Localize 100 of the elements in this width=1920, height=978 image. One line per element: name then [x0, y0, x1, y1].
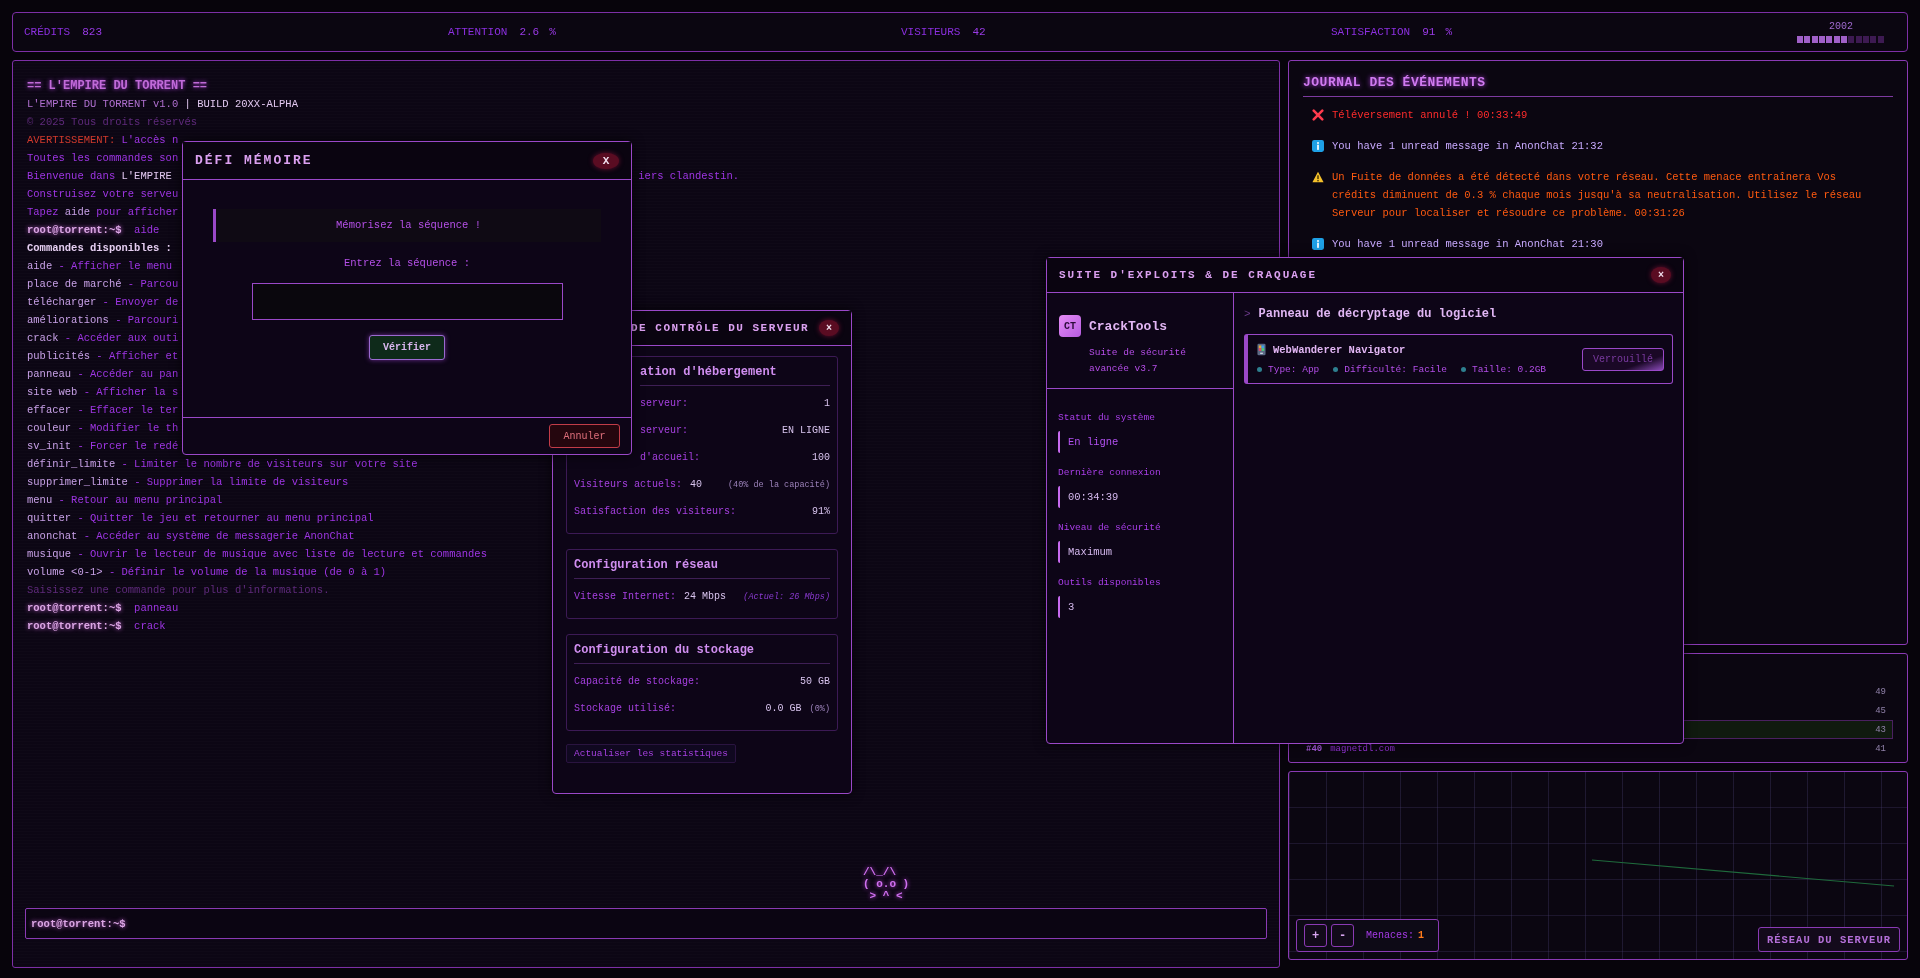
prompt-text: root@torrent:~$ — [31, 917, 126, 930]
terminal-text: | BUILD 20XX-ALPHA — [184, 98, 298, 110]
terminal-text: - Quitter le jeu et retourner au menu principal — [77, 512, 374, 524]
terminal-text: L'EMPIRE DU TORRENT v1.0 — [27, 98, 179, 110]
terminal-text: - Supprimer la limite de visiteurs — [134, 476, 349, 488]
event-message: You have 1 unread message in AnonChat 21:32 — [1332, 139, 1603, 154]
sequence-prompt: Entrez la séquence : — [344, 257, 470, 269]
stat-label: ATTENTION — [448, 26, 508, 38]
field-value: 24 Mbps — [684, 590, 727, 604]
terminal-text: Saisissez une commande pour plus d'informations. — [27, 584, 330, 596]
ascii-cat: > ^ < — [868, 890, 904, 902]
command-name: télécharger — [27, 296, 97, 308]
terminal-text: L'accès n — [121, 134, 179, 146]
section-heading: Configuration du stockage — [574, 641, 830, 664]
command-name: crack — [27, 332, 59, 344]
app-logo: CT — [1059, 315, 1081, 337]
prompt-text: root@torrent:~$ — [27, 602, 122, 614]
command-name: musique — [27, 548, 72, 560]
dialog-title: DÉFI MÉMOIRE — [195, 153, 313, 168]
command-name: volume <0-1> — [27, 566, 103, 578]
terminal-text: - Limiter le nombre de visiteurs sur votre site — [121, 458, 418, 470]
event-message: Téléversement annulé ! 00:33:49 — [1332, 108, 1528, 123]
warning-icon — [1312, 171, 1324, 183]
command-name: aide — [64, 206, 91, 218]
ascii-cat: /\_/\ — [863, 866, 897, 878]
section-heading: Configuration réseau — [574, 556, 830, 579]
terminal-text: aide — [134, 224, 160, 236]
command-name: quitter — [27, 512, 72, 524]
terminal-text: iers clandestin. — [638, 169, 740, 184]
panel-title: JOURNAL DES ÉVÉNEMENTS — [1303, 61, 1893, 97]
terminal-text: AVERTISSEMENT: — [27, 134, 116, 146]
field-label: d'accueil: — [640, 451, 700, 465]
terminal-text: - Effacer le ter — [77, 404, 179, 416]
phone-icon — [1257, 343, 1266, 356]
command-name: sv_init — [27, 440, 72, 452]
status-value: Maximum — [1058, 541, 1223, 563]
zoom-out-button[interactable]: - — [1331, 924, 1354, 947]
command-name: place de marché — [27, 278, 122, 290]
sequence-input[interactable] — [251, 283, 563, 320]
command-name: publicités — [27, 350, 90, 362]
year-label: 2002 — [1829, 21, 1853, 32]
terminal-text: Commandes disponibles : — [27, 242, 172, 254]
field-label: Vitesse Internet: — [574, 590, 677, 604]
field-label: Satisfaction des visiteurs: — [574, 505, 737, 519]
close-button[interactable]: × — [819, 320, 839, 336]
terminal-text: - Ouvrir le lecteur de musique avec liste de lecture et commandes — [77, 548, 487, 560]
command-input[interactable]: root@torrent:~$ — [25, 908, 1267, 939]
stat-unit: % — [1445, 26, 1453, 38]
field-value: 0.0 GB — [765, 702, 802, 716]
command-name: aide — [27, 260, 53, 272]
info-icon — [1312, 238, 1324, 250]
section-heading: ation d'hébergement — [640, 363, 830, 386]
close-button[interactable]: X — [593, 152, 619, 169]
command-name: supprimer_limite — [27, 476, 128, 488]
terminal-text: - Accéder au système de messagerie AnonChat — [83, 530, 355, 542]
zoom-in-button[interactable]: + — [1304, 924, 1327, 947]
app-name: CrackTools — [1089, 318, 1167, 334]
stat-value: 91 — [1422, 26, 1436, 38]
field-value: 100 — [812, 451, 830, 465]
software-detail: Difficulté: Facile — [1344, 364, 1447, 375]
info-icon — [1312, 140, 1324, 152]
stat-label: VISITEURS — [901, 26, 961, 38]
prompt-marker: > — [1244, 308, 1251, 320]
bullet-icon — [1460, 367, 1466, 372]
terminal-text: - Accéder au pan — [77, 368, 179, 380]
refresh-button[interactable]: Actualiser les statistiques — [566, 744, 736, 763]
field-value: 1 — [824, 397, 830, 411]
stat-label: CRÉDITS — [24, 26, 71, 38]
stat-value: 823 — [82, 26, 103, 38]
close-button[interactable]: × — [1651, 267, 1671, 283]
field-label: serveur: — [640, 397, 688, 411]
window-title: SUITE D'EXPLOITS & DE CRAQUAGE — [1059, 269, 1318, 281]
verify-button[interactable]: Vérifier — [369, 335, 445, 360]
event-message: You have 1 unread message in AnonChat 21:30 — [1332, 237, 1603, 252]
command-name: site web — [27, 386, 78, 398]
cancel-button[interactable]: Annuler — [549, 424, 620, 448]
field-label: Stockage utilisé: — [574, 702, 677, 716]
event-message: Un Fuite de données a été détecté dans votre réseau. Cette menace entraînera Vos crédits diminuent de 0.3 % chaque mois jusqu'à sa neutralisation. Utilisez le réseau Serveur pour localiser et résoudre ce problème. 00:31:26 — [1332, 170, 1863, 221]
terminal-text: panneau — [134, 602, 179, 614]
software-name: WebWanderer Navigator — [1273, 343, 1406, 356]
status-value: En ligne — [1058, 431, 1223, 453]
terminal-text: Tapez — [27, 206, 59, 218]
bullet-icon — [1257, 367, 1262, 372]
terminal-text: Construisez votre serveu — [27, 188, 179, 200]
terminal-text: pour afficher — [96, 206, 179, 218]
command-name: anonchat — [27, 530, 78, 542]
terminal-text: - Afficher et — [96, 350, 179, 362]
terminal-text: - Parcouri — [115, 314, 179, 326]
terminal-title: == L'EMPIRE DU TORRENT == — [27, 79, 208, 93]
prompt-text: root@torrent:~$ — [27, 620, 122, 632]
status-label: Statut du système — [1058, 412, 1156, 423]
app-subtitle: Suite de sécurité avancée v3.7 — [1089, 346, 1187, 376]
terminal-text: - Envoyer de — [102, 296, 179, 308]
prompt-text: root@torrent:~$ — [27, 224, 122, 236]
terminal-text: - Retour au menu principal — [58, 494, 223, 506]
terminal-text: © 2025 Tous droits réservés — [27, 116, 198, 128]
threats-count: 1 — [1418, 930, 1425, 941]
network-title-button[interactable]: RÉSEAU DU SERVEUR — [1757, 927, 1900, 952]
error-icon — [1312, 109, 1324, 121]
terminal-text: Bienvenue dans — [27, 170, 116, 182]
